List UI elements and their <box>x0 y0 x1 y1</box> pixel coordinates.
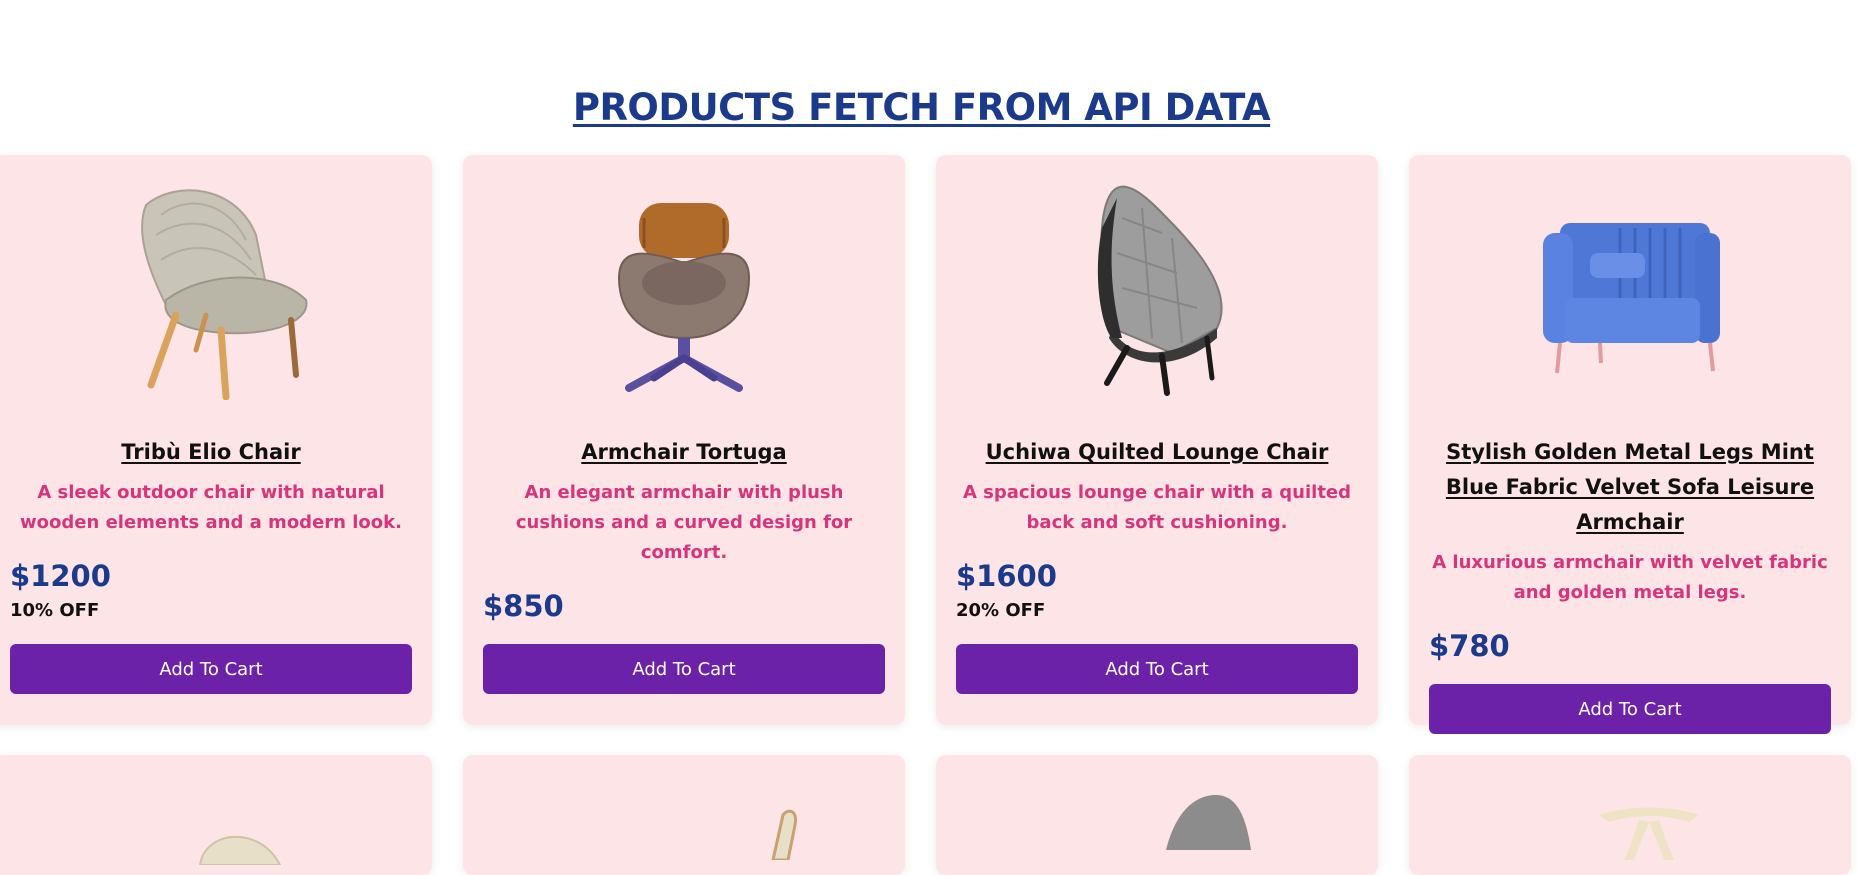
add-to-cart-button[interactable]: Add To Cart <box>483 644 885 694</box>
add-to-cart-button[interactable]: Add To Cart <box>956 644 1358 694</box>
product-description: A spacious lounge chair with a quilted b… <box>962 482 1352 533</box>
product-image <box>1409 175 1851 400</box>
product-card <box>0 755 432 875</box>
table-image-icon <box>1599 807 1699 860</box>
chair-image-icon <box>1166 795 1251 850</box>
product-card <box>463 755 905 875</box>
product-description: A sleek outdoor chair with natural woode… <box>20 482 402 533</box>
product-price: $1200 <box>10 559 111 593</box>
add-to-cart-button[interactable]: Add To Cart <box>1429 684 1831 734</box>
product-card: Stylish Golden Metal Legs Mint Blue Fabr… <box>1409 155 1851 734</box>
product-card: Armchair Tortuga An elegant armchair wit… <box>463 155 905 725</box>
product-card: Tribù Elio Chair A sleek outdoor chair w… <box>0 155 432 725</box>
product-description: A luxurious armchair with velvet fabric … <box>1432 552 1828 603</box>
velvet-armchair-icon <box>1543 222 1720 373</box>
product-discount: 20% OFF <box>956 600 1046 621</box>
swivel-armchair-icon <box>617 202 751 392</box>
product-image <box>0 175 432 400</box>
product-price: $1600 <box>956 559 1057 593</box>
add-to-cart-button[interactable]: Add To Cart <box>10 644 412 694</box>
quilted-lounge-chair-icon <box>1097 185 1223 396</box>
product-discount: 10% OFF <box>10 600 100 621</box>
product-name[interactable]: Tribù Elio Chair <box>10 435 412 470</box>
product-name[interactable]: Stylish Golden Metal Legs Mint Blue Fabr… <box>1429 435 1831 540</box>
chair-image-icon <box>198 835 282 865</box>
product-name[interactable]: Uchiwa Quilted Lounge Chair <box>956 435 1358 470</box>
page-title: PRODUCTS FETCH FROM API DATA <box>572 86 1271 129</box>
product-card <box>936 755 1378 875</box>
product-card: Uchiwa Quilted Lounge Chair A spacious l… <box>936 155 1378 725</box>
product-image <box>936 175 1378 400</box>
product-image <box>463 175 905 400</box>
product-description: An elegant armchair with plush cushions … <box>515 482 853 563</box>
product-card <box>1409 755 1851 875</box>
product-name[interactable]: Armchair Tortuga <box>483 435 885 470</box>
product-price: $780 <box>1429 629 1510 663</box>
product-price: $850 <box>483 589 564 623</box>
chair-image-icon <box>771 809 798 860</box>
woven-lounge-chair-icon <box>141 189 308 400</box>
